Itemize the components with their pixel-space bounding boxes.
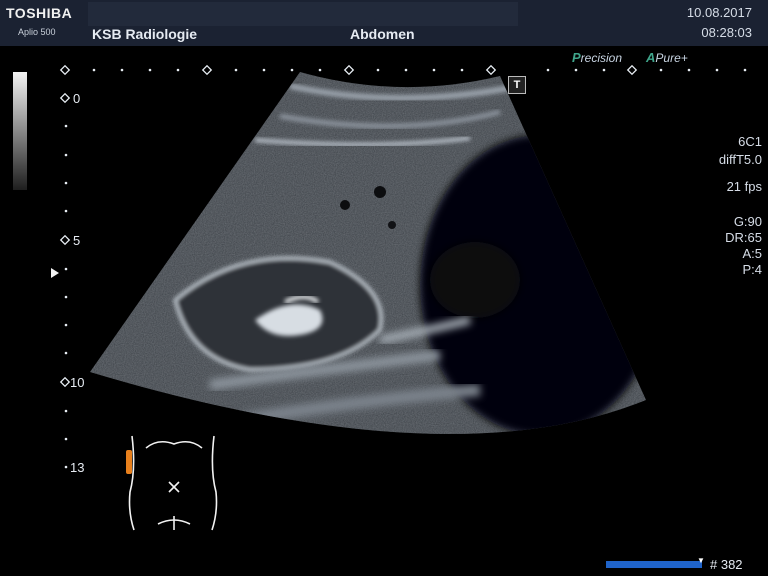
frame-counter: # 382: [710, 557, 743, 572]
cine-progress-bar[interactable]: [606, 561, 702, 568]
dynamic-range-label: DR:65: [725, 230, 762, 245]
mode-label: diffT5.0: [718, 152, 762, 167]
depth-label-5: 5: [73, 233, 81, 248]
ultrasound-image: [59, 64, 747, 469]
fps-label: 21 fps: [726, 179, 762, 194]
bodymark-icon: [126, 435, 218, 531]
precision-logo: Precision: [572, 50, 623, 65]
depth-label-0: 0: [73, 91, 81, 106]
t-badge-icon: T: [508, 76, 526, 94]
a-param-label: A:5: [742, 246, 762, 261]
depth-label-10: 10: [70, 375, 85, 390]
apure-logo: APure+: [646, 50, 688, 65]
depth-label-13: 13: [70, 460, 85, 475]
grayscale-bar: [13, 72, 27, 190]
gain-label: G:90: [733, 214, 762, 229]
probe-label: 6C1: [738, 134, 762, 149]
cine-marker-icon[interactable]: ▼: [697, 556, 705, 565]
focus-marker-icon: [51, 268, 59, 278]
p-param-label: P:4: [742, 262, 762, 277]
